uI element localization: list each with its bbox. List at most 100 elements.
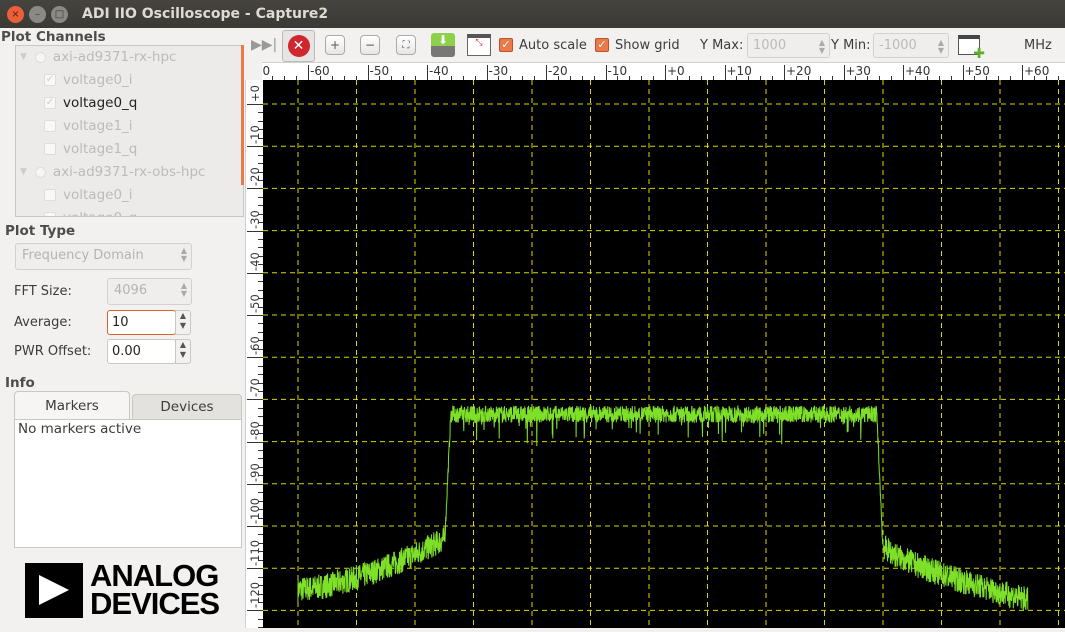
- y-tick: [247, 146, 263, 148]
- ymin-value: -1000: [879, 38, 917, 53]
- pwr-offset-input[interactable]: 0.00: [107, 339, 176, 364]
- radio-icon: [34, 166, 46, 178]
- frequency-ruler: -70 -60 -50 -40 -30 -20 -10 +0 +10 +20 +30 +40 +50 +6…: [262, 62, 1065, 80]
- y-tick: [247, 188, 263, 190]
- single-capture-button[interactable]: ▶▶|: [251, 32, 277, 58]
- y-tick: [247, 526, 263, 527]
- y-tick-label: -20: [248, 167, 262, 187]
- fft-size-select[interactable]: 4096 ▲ ▼: [107, 278, 192, 305]
- unit-label: MHz: [1024, 37, 1052, 53]
- tree-scrollbar[interactable]: [241, 45, 244, 185]
- checkbox-checked-icon: ✓: [595, 38, 609, 52]
- tree-channel[interactable]: voltage1_q: [44, 141, 137, 157]
- x-tick-label: +30: [845, 64, 871, 78]
- ymax-label: Y Max:: [700, 37, 744, 53]
- average-spinner[interactable]: ▲ ▼: [175, 310, 191, 335]
- average-input[interactable]: 10: [107, 310, 176, 335]
- tree-device[interactable]: ▼ axi-ad9371-rx-hpc: [20, 49, 176, 65]
- y-tick-label: -100: [248, 497, 262, 524]
- y-tick: [247, 568, 263, 570]
- tree-item-label: voltage0_i: [63, 72, 133, 88]
- save-button[interactable]: ⬇: [431, 32, 455, 58]
- plot-channels-heading: Plot Channels: [1, 29, 106, 45]
- checkbox[interactable]: [44, 189, 56, 201]
- x-tick: [962, 65, 964, 80]
- tree-channel[interactable]: voltage0_i: [44, 187, 133, 203]
- y-tick: [247, 315, 263, 316]
- y-tick-label: -40: [248, 252, 262, 271]
- tree-item-label: voltage0_q: [63, 95, 138, 111]
- y-tick: [247, 441, 263, 443]
- checkbox-checked-icon: ✓: [499, 38, 513, 52]
- fft-plot[interactable]: [263, 80, 1065, 628]
- x-tick: [308, 65, 309, 80]
- add-plot-button[interactable]: ✚: [958, 32, 985, 61]
- checkbox[interactable]: [44, 143, 56, 155]
- show-grid-checkbox[interactable]: ✓ Show grid: [595, 32, 680, 58]
- markers-panel: No markers active: [14, 419, 242, 548]
- x-tick-label: -10: [607, 64, 628, 78]
- tree-channel[interactable]: voltage1_i: [44, 118, 133, 134]
- skip-forward-icon: ▶▶|: [251, 37, 278, 53]
- checkbox[interactable]: [44, 212, 56, 216]
- tab-markers[interactable]: Markers: [14, 391, 130, 419]
- x-tick-label: -40: [429, 64, 449, 78]
- x-tick-label: +20: [786, 64, 812, 78]
- y-tick-label: -120: [248, 582, 262, 609]
- tab-devices[interactable]: Devices: [132, 394, 242, 419]
- x-tick-label: +0: [667, 64, 685, 78]
- checkbox[interactable]: ✓: [44, 74, 56, 86]
- plot-type-select[interactable]: Frequency Domain ▲ ▼: [15, 243, 192, 270]
- ymax-value: 1000: [753, 38, 787, 53]
- save-icon: ⬇: [431, 33, 455, 57]
- zoom-in-button[interactable]: +: [325, 32, 345, 58]
- y-tick: [247, 483, 263, 485]
- x-tick: [367, 65, 369, 80]
- x-tick: [546, 65, 547, 80]
- pwr-offset-spinner[interactable]: ▲ ▼: [175, 339, 191, 364]
- ymax-input[interactable]: 1000 ▲ ▼: [747, 33, 830, 58]
- tree-channel[interactable]: ✓ voltage0_i: [44, 72, 133, 88]
- tree-channel[interactable]: voltage0_q: [44, 210, 137, 216]
- plot-canvas: [263, 80, 1065, 628]
- ymin-input[interactable]: -1000 ▲ ▼: [873, 33, 949, 58]
- y-tick: [247, 230, 263, 232]
- tree-item-label: voltage0_q: [63, 210, 137, 216]
- tree-item-label: voltage0_i: [63, 187, 133, 203]
- pwr-offset-label: PWR Offset:: [14, 344, 92, 359]
- stop-button[interactable]: ✕: [282, 30, 315, 62]
- y-tick-label: -110: [248, 540, 262, 567]
- y-tick: [247, 272, 263, 274]
- tree-item-label: axi-ad9371-rx-hpc: [52, 49, 177, 65]
- markers-status: No markers active: [18, 421, 142, 437]
- x-tick-label: +40: [905, 64, 931, 78]
- zoom-out-button[interactable]: −: [360, 32, 380, 58]
- x-tick: [784, 65, 785, 80]
- zoom-fit-button[interactable]: ⛶: [396, 32, 416, 58]
- x-tick: [724, 65, 726, 80]
- ymin-label: Y Min:: [831, 37, 871, 53]
- x-tick: [486, 65, 488, 80]
- x-tick-label: -70: [262, 64, 271, 78]
- x-tick: [665, 65, 666, 80]
- y-tick-label: -90: [248, 463, 262, 482]
- y-tick-label: -50: [248, 294, 262, 313]
- tree-channel[interactable]: ✓ voltage0_q: [44, 95, 137, 111]
- logo-triangle-icon: [25, 562, 83, 618]
- x-tick: [1022, 65, 1023, 80]
- radio-icon: [34, 51, 46, 63]
- x-tick-label: +10: [726, 64, 752, 78]
- y-tick-label: -80: [248, 420, 262, 440]
- fullscreen-button[interactable]: ⤡: [467, 32, 491, 58]
- x-tick-label: -50: [369, 64, 390, 78]
- auto-scale-checkbox[interactable]: ✓ Auto scale: [499, 32, 587, 58]
- checkbox[interactable]: ✓: [44, 97, 56, 109]
- fft-size-value: 4096: [114, 283, 148, 298]
- checkbox[interactable]: [44, 120, 56, 132]
- plot-type-heading: Plot Type: [5, 223, 76, 239]
- channel-tree[interactable]: ▼ axi-ad9371-rx-hpc ✓ voltage0_i ✓ voltage0_q…: [15, 45, 244, 217]
- x-tick-label: +60: [1024, 64, 1050, 78]
- tree-device[interactable]: ▼ axi-ad9371-rx-obs-hpc: [20, 164, 205, 180]
- x-tick: [427, 65, 428, 80]
- y-tick-label: -30: [248, 209, 262, 229]
